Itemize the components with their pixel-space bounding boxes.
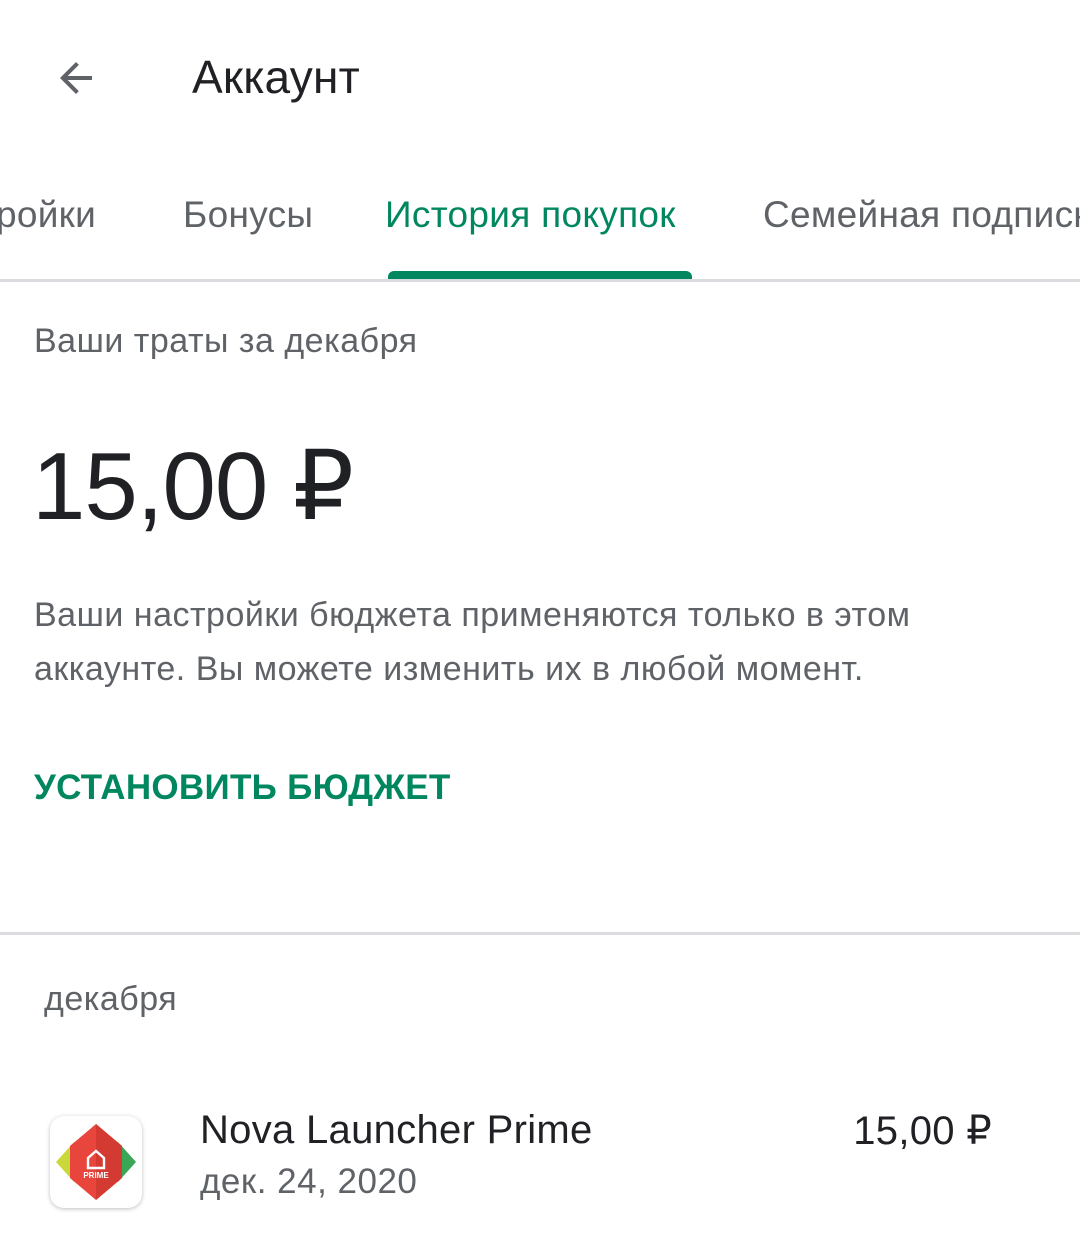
spending-amount: 15,00 ₽: [32, 433, 354, 540]
tab-bar: Настройки Бонусы История покупок Семейна…: [0, 160, 1080, 280]
nova-launcher-prime-icon: PRIME: [50, 1116, 142, 1208]
item-price: 15,00 ₽: [853, 1109, 992, 1153]
back-button[interactable]: [40, 42, 112, 114]
app-bar: Аккаунт: [0, 0, 1080, 150]
icon-text: PRIME: [83, 1171, 109, 1180]
page-title: Аккаунт: [192, 51, 360, 103]
item-date: дек. 24, 2020: [200, 1162, 418, 1201]
tab-purchase-history[interactable]: История покупок: [385, 194, 676, 236]
arrow-back-icon: [60, 62, 92, 94]
spending-label: Ваши траты за декабря: [34, 322, 418, 360]
budget-note: Ваши настройки бюджета применяются тольк…: [34, 596, 911, 688]
tabs-divider: [0, 279, 1080, 282]
purchase-row[interactable]: PRIME Nova Launcher Prime дек. 24, 2020 …: [0, 1080, 1080, 1230]
tab-bonuses[interactable]: Бонусы: [183, 194, 313, 236]
tab-family-subscription[interactable]: Семейная подписка: [763, 194, 1080, 236]
tab-settings[interactable]: Настройки: [0, 194, 96, 236]
section-divider: [0, 932, 1080, 935]
month-header: декабря: [44, 980, 178, 1018]
set-budget-button[interactable]: УСТАНОВИТЬ БЮДЖЕТ: [34, 768, 451, 808]
item-name: Nova Launcher Prime: [200, 1108, 593, 1152]
